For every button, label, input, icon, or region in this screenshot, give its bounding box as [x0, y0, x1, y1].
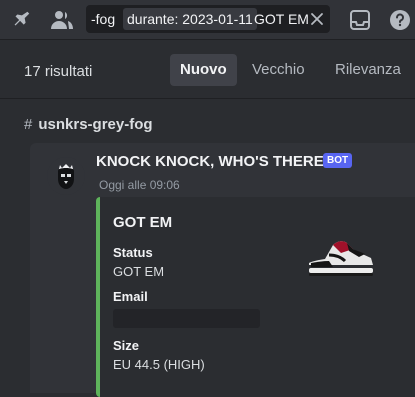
search-result-message[interactable]: KNOCK KNOCK, WHO'S THERE? BOT Oggi alle … — [30, 143, 415, 397]
embed-title: GOT EM — [113, 214, 173, 231]
channel-header-toolbar: -fog durante: 2023-01-11 GOT EM — [0, 0, 415, 40]
embed-field-name-email: Email — [113, 289, 148, 304]
search-results-header: 17 risultati Nuovo Vecchio Rilevanza — [0, 41, 415, 99]
embed-field-value-size: EU 44.5 (HIGH) — [113, 357, 205, 372]
result-channel-label[interactable]: # usnkrs-grey-fog — [24, 116, 153, 133]
channel-name: usnkrs-grey-fog — [38, 116, 153, 133]
embed-field-value-status: GOT EM — [113, 264, 165, 279]
sort-tab-newest[interactable]: Nuovo — [170, 54, 237, 86]
clear-icon[interactable] — [308, 10, 326, 28]
message-timestamp: Oggi alle 09:06 — [99, 178, 180, 192]
pin-icon[interactable] — [10, 9, 32, 31]
inbox-icon[interactable] — [348, 8, 372, 32]
bot-badge: BOT — [323, 153, 353, 168]
message-author[interactable]: KNOCK KNOCK, WHO'S THERE? — [96, 153, 333, 170]
channel-hash-icon: # — [24, 116, 33, 133]
search-bar[interactable]: -fog durante: 2023-01-11 GOT EM — [86, 5, 330, 33]
redacted-email-value — [113, 309, 260, 328]
search-prefix-text: -fog — [91, 11, 116, 27]
embed-field-name-status: Status — [113, 245, 153, 260]
sneaker-thumbnail[interactable] — [303, 233, 377, 283]
search-query-text: GOT EM — [254, 11, 309, 27]
embed-field-name-size: Size — [113, 338, 140, 353]
avatar[interactable] — [47, 157, 85, 195]
members-icon[interactable] — [50, 9, 74, 31]
sort-tab-relevance[interactable]: Rilevanza — [325, 54, 411, 86]
date-filter-chip[interactable]: durante: 2023-01-11 — [123, 8, 257, 30]
sort-tab-oldest[interactable]: Vecchio — [242, 54, 315, 86]
results-count: 17 risultati — [24, 63, 93, 80]
message-embed: GOT EM Status GOT EM Email Size EU 44.5 … — [96, 197, 415, 397]
help-icon[interactable] — [388, 8, 412, 32]
